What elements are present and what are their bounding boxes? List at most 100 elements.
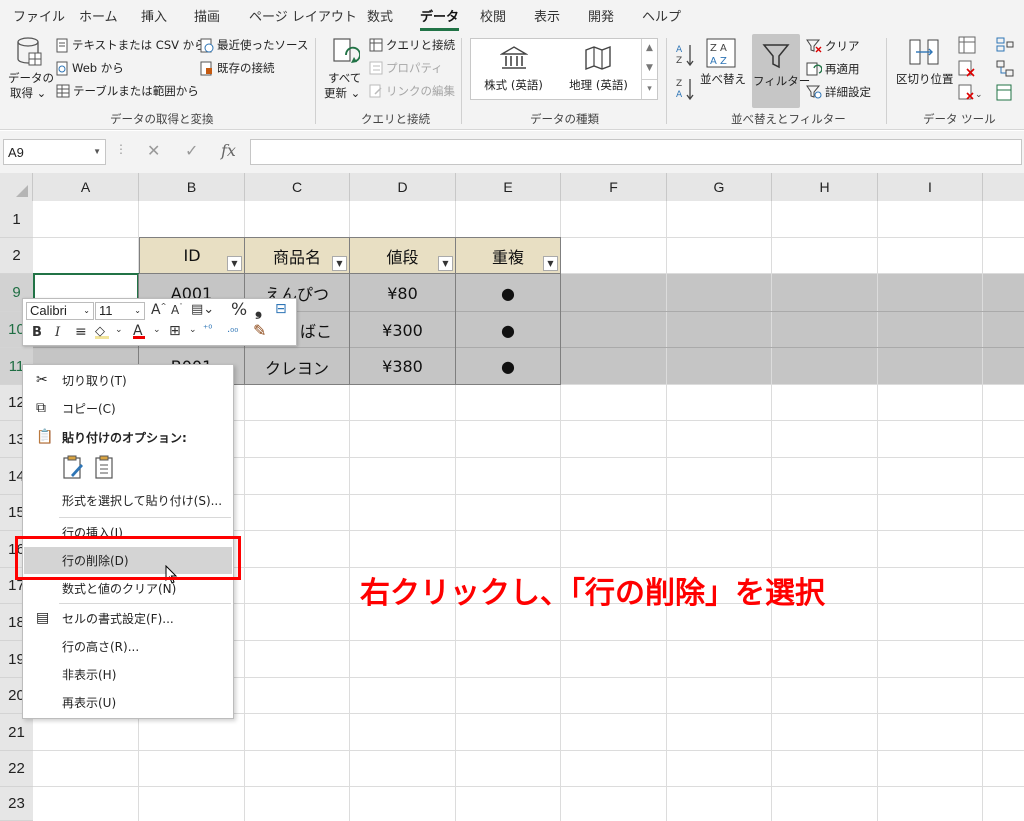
advanced-filter-button[interactable]: 詳細設定: [806, 84, 871, 100]
chevron-down-icon[interactable]: ⌄: [115, 325, 123, 335]
filter-dropdown-icon[interactable]: ▼: [438, 256, 453, 271]
gallery-more-button[interactable]: ▾: [641, 79, 657, 99]
from-text-csv-button[interactable]: テキストまたは CSV から: [56, 37, 206, 53]
row-header-1[interactable]: 1: [0, 201, 33, 238]
gallery-scroll-down[interactable]: ▼: [641, 59, 657, 79]
decrease-decimal-icon[interactable]: .₀₀: [227, 324, 238, 335]
enter-icon[interactable]: ✓: [185, 141, 198, 160]
menu-home[interactable]: ホーム: [79, 6, 118, 25]
gallery-scroll-up[interactable]: ▲: [641, 39, 657, 59]
insert-function-icon[interactable]: fx: [221, 141, 236, 160]
select-all-corner[interactable]: [0, 173, 33, 201]
font-name-dropdown[interactable]: Calibri ⌄: [26, 302, 94, 320]
filter-active-icon[interactable]: ▼: [543, 256, 558, 271]
formula-bar: A9 ▼ ⋮ ✕ ✓ fx: [0, 131, 1024, 173]
menu-item-paste-special[interactable]: 形式を選択して貼り付け(S)...: [24, 487, 232, 513]
column-header-a[interactable]: A: [33, 173, 139, 201]
clear-filter-icon: [806, 39, 822, 53]
column-header-b[interactable]: B: [139, 173, 245, 201]
column-header-f[interactable]: F: [561, 173, 667, 201]
name-box-dropdown-icon[interactable]: ▼: [93, 147, 101, 156]
column-header-i[interactable]: I: [878, 173, 983, 201]
bold-icon[interactable]: B: [32, 325, 42, 340]
formula-input[interactable]: [250, 139, 1022, 165]
format-painter-icon[interactable]: ✎: [253, 321, 266, 340]
paste-values-icon[interactable]: [93, 455, 117, 481]
flash-fill-icon[interactable]: [958, 36, 976, 54]
remove-duplicates-icon[interactable]: [958, 60, 976, 78]
increase-font-icon[interactable]: A^: [151, 302, 166, 318]
menu-developer[interactable]: 開発: [588, 6, 614, 25]
menu-insert[interactable]: 挿入: [141, 6, 167, 25]
align-center-icon[interactable]: ≡: [75, 324, 87, 340]
menu-review[interactable]: 校閲: [480, 6, 506, 25]
get-data-button[interactable]: データの 取得 ⌄: [6, 34, 54, 106]
italic-icon[interactable]: I: [55, 325, 60, 340]
row-header-21[interactable]: 21: [0, 714, 33, 751]
queries-connections-label: クエリと接続: [386, 38, 455, 52]
column-header-e[interactable]: E: [456, 173, 561, 201]
menu-item-format-cells[interactable]: ▤ セルの書式設定(F)...: [24, 605, 232, 631]
text-to-columns-button[interactable]: 区切り位置: [894, 36, 954, 96]
gridline: [666, 201, 667, 821]
recent-sources-button[interactable]: 最近使ったソース: [200, 37, 308, 53]
bank-icon: [500, 46, 528, 69]
existing-connections-button[interactable]: 既存の接続: [200, 60, 275, 76]
row-header-23[interactable]: 23: [0, 787, 33, 821]
filter-dropdown-icon[interactable]: ▼: [227, 256, 242, 271]
comma-style-icon[interactable]: ❟: [255, 299, 262, 320]
decrease-font-icon[interactable]: Aˇ: [171, 303, 183, 317]
menu-item-row-height[interactable]: 行の高さ(R)...: [24, 633, 232, 659]
properties-button[interactable]: プロパティ: [369, 60, 443, 76]
from-table-button[interactable]: テーブルまたは範囲から: [56, 83, 199, 99]
geography-button[interactable]: 地理 (英語): [556, 39, 641, 99]
sort-ascending-icon[interactable]: AZ: [675, 42, 695, 68]
data-model-icon[interactable]: [996, 84, 1014, 102]
from-web-button[interactable]: Web から: [56, 60, 124, 76]
cancel-icon[interactable]: ✕: [147, 141, 160, 160]
queries-connections-button[interactable]: クエリと接続: [369, 37, 455, 53]
sort-button[interactable]: Z A A Z 並べ替え: [700, 36, 746, 92]
menu-page-layout[interactable]: ページ レイアウト: [249, 6, 357, 25]
clear-filter-button[interactable]: クリア: [806, 38, 860, 54]
menu-view[interactable]: 表示: [534, 6, 560, 25]
menu-item-cut[interactable]: ✂ 切り取り(T): [24, 367, 232, 393]
sort-descending-icon[interactable]: ZA: [675, 76, 695, 102]
stocks-button[interactable]: 株式 (英語): [471, 39, 556, 99]
increase-decimal-icon[interactable]: ⁺⁰: [203, 324, 212, 335]
row-header-22[interactable]: 22: [0, 751, 33, 787]
menu-item-unhide[interactable]: 再表示(U): [24, 689, 232, 715]
reapply-button[interactable]: 再適用: [806, 61, 860, 77]
menu-item-copy[interactable]: ⧉ コピー(C): [24, 395, 232, 421]
column-header-g[interactable]: G: [667, 173, 772, 201]
font-size-dropdown[interactable]: 11 ⌄: [95, 302, 145, 320]
format-painter-table-icon[interactable]: ⊟: [275, 301, 287, 317]
font-color-icon[interactable]: A: [133, 323, 145, 339]
relationships-icon[interactable]: [996, 60, 1014, 78]
filter-dropdown-icon[interactable]: ▼: [332, 256, 347, 271]
filter-button[interactable]: フィルター: [752, 34, 810, 108]
borders-icon[interactable]: ⊞: [169, 323, 181, 339]
menu-formulas[interactable]: 数式: [367, 6, 393, 25]
percent-style-icon[interactable]: %: [231, 300, 247, 320]
name-box[interactable]: A9 ▼: [3, 139, 106, 165]
menu-file[interactable]: ファイル: [13, 6, 65, 25]
chevron-down-icon[interactable]: ⌄: [153, 325, 161, 335]
column-header-d[interactable]: D: [350, 173, 456, 201]
paste-formula-icon[interactable]: [61, 455, 85, 481]
column-header-h[interactable]: H: [772, 173, 878, 201]
refresh-all-button[interactable]: すべて 更新 ⌄: [322, 34, 366, 106]
number-format-icon[interactable]: ▤⌄: [191, 302, 214, 317]
menu-draw[interactable]: 描画: [194, 6, 220, 25]
recent-sources-label: 最近使ったソース: [217, 38, 309, 52]
menu-help[interactable]: ヘルプ: [642, 6, 681, 25]
menu-item-hide[interactable]: 非表示(H): [24, 661, 232, 687]
fill-color-icon[interactable]: ◇: [95, 324, 109, 339]
consolidate-icon[interactable]: [996, 36, 1014, 54]
menu-data[interactable]: データ: [420, 6, 460, 31]
data-validation-icon[interactable]: ⌄: [958, 84, 984, 102]
row-header-2[interactable]: 2: [0, 238, 33, 274]
column-header-c[interactable]: C: [245, 173, 350, 201]
edit-links-button[interactable]: リンクの編集: [369, 83, 455, 99]
chevron-down-icon[interactable]: ⌄: [189, 325, 197, 335]
